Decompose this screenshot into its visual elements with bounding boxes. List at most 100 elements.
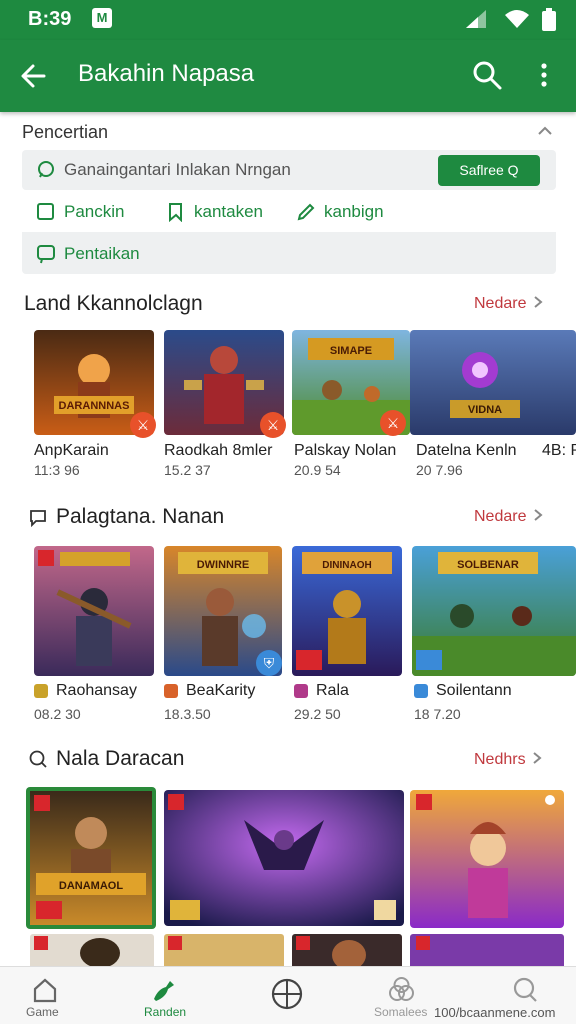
game-thumbnail	[164, 790, 404, 926]
thumbnail-banner: SOLBENAR	[457, 559, 519, 571]
game-meta: 20.9 54	[294, 462, 341, 478]
search-circle-icon	[513, 977, 537, 1002]
battery-icon	[542, 8, 556, 31]
peek-card[interactable]	[410, 934, 564, 966]
app-logo-icon	[414, 684, 428, 698]
search-field[interactable]: Ganaingantari Inlakan Nrngan Saflree Q	[22, 150, 556, 190]
game-thumbnail: DININAOH	[292, 546, 402, 676]
chat-bubble-icon	[30, 510, 46, 527]
game-meta: 18.3.50	[164, 706, 211, 722]
filter-chips: Panckin kantaken kanbign	[22, 190, 556, 232]
search-icon[interactable]	[470, 58, 504, 92]
game-thumbnail: DANAMAOL	[26, 787, 156, 929]
filter-title: Pencertian	[22, 122, 109, 142]
chevron-up-icon[interactable]	[536, 122, 554, 140]
game-name: AnpKarain	[34, 442, 109, 459]
app-logo-icon	[164, 684, 178, 698]
game-name: Rala	[316, 682, 349, 699]
peek-card[interactable]	[30, 934, 154, 966]
search-bubble-icon	[29, 750, 47, 768]
chevron-right-icon	[534, 509, 543, 521]
back-arrow-icon[interactable]	[18, 58, 48, 94]
thumbnail-banner: DANAMAOL	[59, 880, 123, 892]
search-bubble-icon	[38, 161, 54, 178]
notification-icon: M	[92, 8, 112, 28]
sword-icon: ⚔	[130, 412, 156, 438]
game-meta: 20 7.96	[416, 462, 463, 478]
game-meta: 11:3 96	[34, 462, 80, 478]
section-title: Palagtana. Nanan	[56, 505, 225, 528]
see-more-link[interactable]: Nedare	[474, 295, 545, 313]
chip-label: Panckin	[64, 202, 125, 221]
add-circle-icon	[271, 978, 303, 1010]
peek-card[interactable]	[164, 934, 284, 966]
section-title: Land Kkannolclagn	[24, 292, 203, 315]
character-art	[80, 938, 120, 966]
bottom-navigation: Game Randen Somalees 100/bcaanmene.com	[0, 966, 576, 1024]
game-name: Soilentann	[436, 682, 512, 699]
nav-item-add[interactable]	[258, 967, 318, 1024]
see-more-label: Nedhrs	[474, 751, 526, 768]
nav-item-game[interactable]: Game	[16, 967, 76, 1024]
game-name: Palskay Nolan	[294, 442, 397, 459]
more-options-icon[interactable]	[532, 58, 556, 92]
see-more-label: Nedare	[474, 508, 527, 525]
chevron-right-icon	[534, 296, 543, 308]
see-more-label: Nedare	[474, 295, 527, 312]
game-name: Raodkah 8mler	[164, 442, 273, 459]
thumbnail-banner: DARANNNAS	[59, 400, 130, 412]
game-name: Datelna Kenln	[416, 442, 517, 459]
nav-label: Game	[26, 1005, 59, 1019]
nav-item-search[interactable]: 100/bcaanmene.com	[434, 967, 574, 1024]
page-title: Bakahin Napasa	[78, 60, 255, 87]
nav-item-randen[interactable]: Randen	[134, 967, 194, 1024]
wifi-icon	[505, 10, 529, 28]
circles-icon	[389, 977, 414, 1001]
home-icon	[33, 978, 57, 1003]
game-meta: 29.2 50	[294, 706, 341, 722]
search-input-text: Ganaingantari Inlakan Nrngan	[64, 160, 291, 179]
game-meta: 18 7.20	[414, 706, 461, 722]
app-logo-icon	[296, 936, 310, 950]
app-logo-icon	[34, 936, 48, 950]
see-more-link[interactable]: Nedhrs	[474, 751, 544, 769]
game-meta: 08.2 30	[34, 706, 81, 722]
see-more-link[interactable]: Nedare	[474, 508, 545, 526]
thumbnail-banner: DININAOH	[322, 560, 371, 571]
checkbox-icon	[37, 203, 54, 220]
bookmark-icon	[169, 203, 182, 222]
peek-card[interactable]	[292, 934, 402, 966]
comment-icon	[37, 245, 55, 264]
joystick-icon	[154, 981, 174, 1001]
game-name: Raohansay	[56, 682, 137, 699]
app-logo-icon	[168, 936, 182, 950]
pencil-icon	[297, 203, 315, 221]
status-bar: B:39 M	[0, 0, 576, 40]
app-bar: Bakahin Napasa	[0, 40, 576, 112]
game-thumbnail	[410, 790, 564, 928]
sword-icon: ⚔	[260, 412, 286, 438]
app-logo-icon	[34, 684, 48, 698]
section-title: Nala Daracan	[56, 747, 185, 770]
nav-label: 100/bcaanmene.com	[434, 1005, 556, 1020]
sword-icon: ⚔	[380, 410, 406, 436]
game-thumbnail: VIDNA	[410, 330, 576, 435]
chevron-right-icon	[533, 752, 542, 764]
app-logo-icon	[416, 936, 430, 950]
game-name-overflow: 4B: P	[542, 442, 576, 459]
game-meta: 15.2 37	[164, 462, 211, 478]
app-logo-icon	[294, 684, 308, 698]
search-button[interactable]: Saflree Q	[438, 155, 540, 186]
status-time: B:39	[28, 8, 72, 30]
character-art	[332, 940, 366, 966]
game-thumbnail	[34, 546, 154, 676]
nav-label: Somalees	[374, 1005, 428, 1019]
nav-item-somalees[interactable]: Somalees	[372, 967, 432, 1024]
chip-label: kantaken	[194, 202, 263, 221]
thumbnail-banner: VIDNA	[468, 404, 502, 416]
nav-label: Randen	[144, 1005, 187, 1019]
shield-badge-icon: ⛨	[256, 650, 282, 676]
chip-label: kanbign	[324, 202, 384, 221]
game-thumbnail: SOLBENAR	[412, 546, 576, 676]
thumbnail-banner: DWINNRE	[197, 559, 250, 571]
